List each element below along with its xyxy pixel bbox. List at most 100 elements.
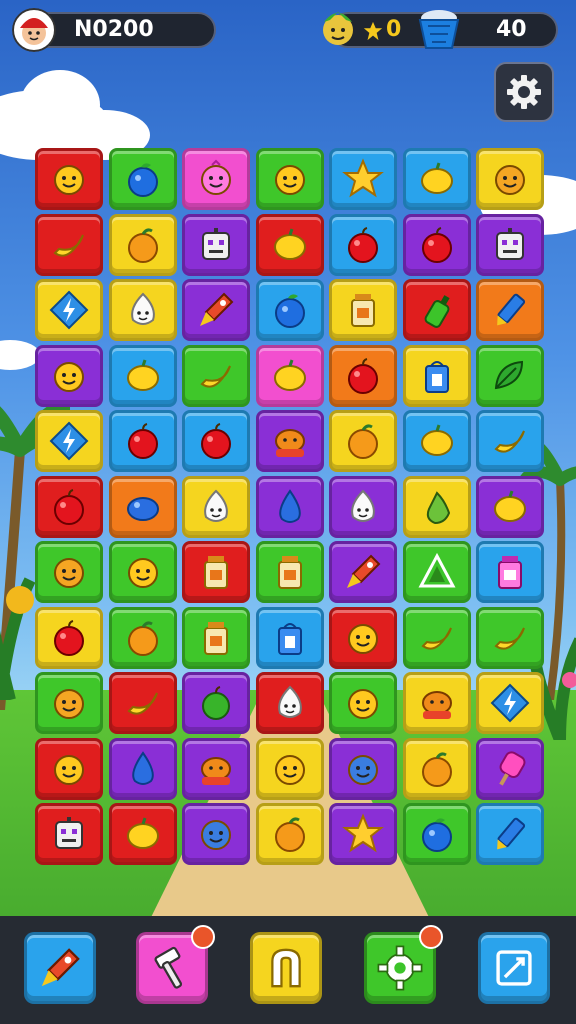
settings-button[interactable] [494,62,554,122]
board-tile[interactable] [329,737,397,800]
board-tile[interactable] [402,410,471,472]
game-board [35,148,545,865]
board-tile[interactable] [108,148,177,210]
board-tile[interactable] [35,213,103,276]
orange-fruit-icon [127,228,158,263]
board-tile[interactable] [402,541,471,603]
board-tile[interactable] [402,737,471,800]
board-tile[interactable] [255,737,324,800]
board-tile[interactable] [182,410,250,472]
board-tile[interactable] [255,606,324,669]
booster-button[interactable] [24,932,96,1004]
board-tile[interactable] [182,344,250,407]
board-tile[interactable] [255,541,324,603]
crayon-icon [497,293,526,326]
board-tile[interactable] [182,279,250,341]
booster-button[interactable] [250,932,322,1004]
board-tile[interactable] [35,803,103,865]
board-tile[interactable] [108,475,177,538]
board-tile[interactable] [255,279,324,341]
gear-icon [377,945,423,991]
garlic-icon [277,685,302,718]
lemon-icon [126,359,159,391]
board-tile[interactable] [402,148,471,210]
board-tile[interactable] [182,672,250,734]
board-tile[interactable] [35,541,103,603]
board-tile[interactable] [476,541,544,603]
board-tile[interactable] [476,410,544,472]
board-tile[interactable] [108,344,177,407]
board-tile[interactable] [255,672,324,734]
booster-button[interactable] [364,925,443,1004]
board-tile[interactable] [329,279,397,341]
board-tile[interactable] [476,803,544,865]
red-apple-icon [54,488,84,525]
board-tile[interactable] [35,475,103,538]
board-tile[interactable] [108,672,177,734]
blue-drop-icon [278,488,301,523]
board-tile[interactable] [402,672,471,734]
board-tile[interactable] [402,279,471,341]
red-apple-icon [348,357,378,394]
board-tile[interactable] [35,737,103,800]
board-tile[interactable] [329,148,397,210]
board-tile[interactable] [255,213,324,276]
board-tile[interactable] [182,606,250,669]
board-tile[interactable] [182,803,250,865]
board-tile[interactable] [182,148,250,210]
board-tile[interactable] [476,279,544,341]
board-tile[interactable] [402,213,471,276]
board-tile[interactable] [329,606,397,669]
board-tile[interactable] [182,541,250,603]
smiley-icon [54,361,84,392]
board-tile[interactable] [255,148,324,210]
board-tile[interactable] [108,606,177,669]
board-tile[interactable] [329,410,397,472]
board-tile[interactable] [108,541,177,603]
board-tile[interactable] [35,672,103,734]
board-tile[interactable] [35,410,103,472]
board-tile[interactable] [402,344,471,407]
board-tile[interactable] [476,475,544,538]
board-tile[interactable] [402,606,471,669]
board-tile[interactable] [255,475,324,538]
board-tile[interactable] [476,148,544,210]
board-tile[interactable] [35,148,103,210]
board-tile[interactable] [476,344,544,407]
board-tile[interactable] [35,279,103,341]
board-tile[interactable] [329,803,397,865]
board-tile[interactable] [476,606,544,669]
board-tile[interactable] [402,803,471,865]
board-tile[interactable] [329,672,397,734]
board-tile[interactable] [476,672,544,734]
board-tile[interactable] [476,737,544,800]
board-tile[interactable] [108,279,177,341]
booster-button[interactable] [136,925,215,1004]
board-tile[interactable] [476,213,544,276]
player-avatar-icon[interactable] [12,8,56,52]
lemon-icon [494,490,526,522]
pumpkin-icon [421,691,452,719]
board-tile[interactable] [329,213,397,276]
board-tile[interactable] [182,213,250,276]
board-tile[interactable] [255,344,324,407]
moves-basket-icon [418,10,460,49]
board-tile[interactable] [182,737,250,800]
orange-fruit-icon [348,424,378,459]
board-tile[interactable] [108,410,177,472]
board-tile[interactable] [329,344,397,407]
board-tile[interactable] [329,541,397,603]
board-tile[interactable] [402,475,471,538]
notification-badge [419,925,443,949]
board-tile[interactable] [182,475,250,538]
lemon-icon [273,228,306,260]
board-tile[interactable] [329,475,397,538]
board-tile[interactable] [108,213,177,276]
board-tile[interactable] [35,606,103,669]
board-tile[interactable] [108,803,177,865]
board-tile[interactable] [35,344,103,407]
board-tile[interactable] [255,803,324,865]
board-tile[interactable] [255,410,324,472]
booster-button[interactable] [478,932,550,1004]
board-tile[interactable] [108,737,177,800]
